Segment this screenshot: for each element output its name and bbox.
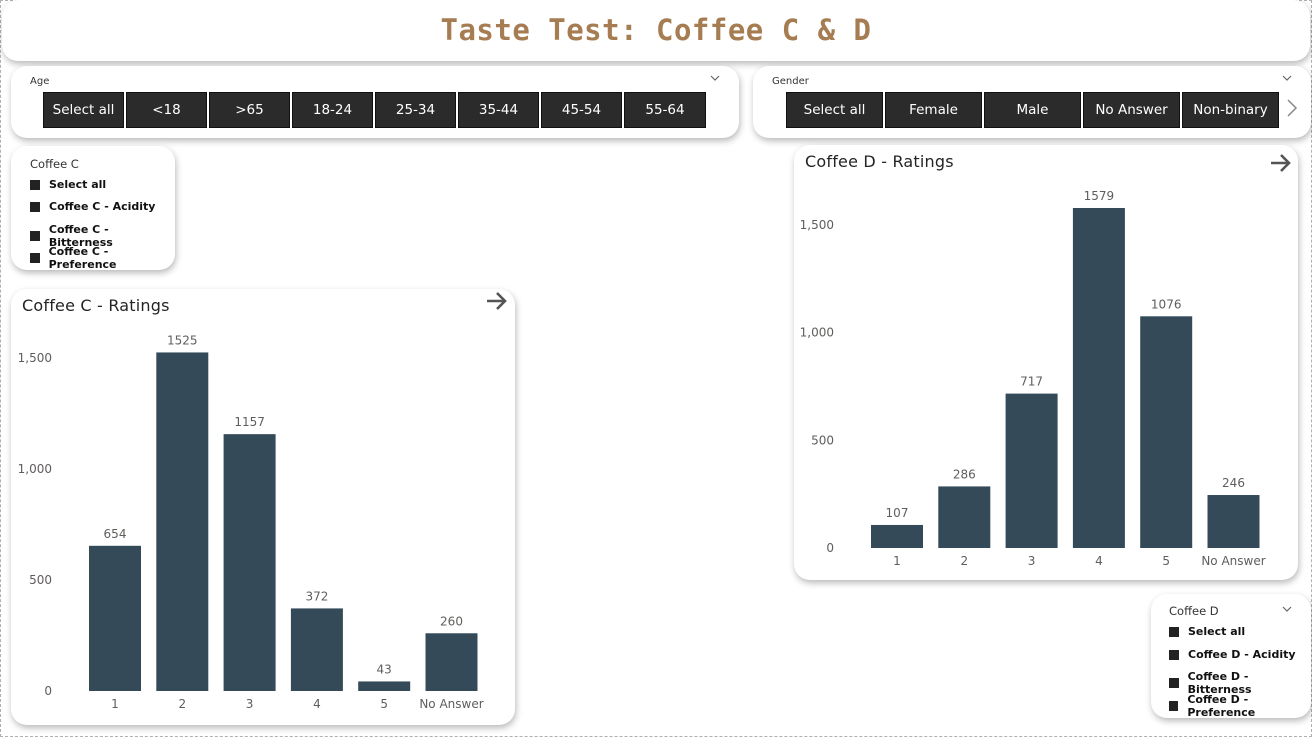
list-item-label: Coffee D - Preference xyxy=(1187,693,1256,719)
coffee-d-item-acidity[interactable]: Coffee D - Acidity xyxy=(1169,648,1296,661)
y-tick-label: 500 xyxy=(29,573,52,587)
x-tick-label: 3 xyxy=(246,697,254,711)
checkbox-icon[interactable] xyxy=(30,231,40,241)
age-option-45-54[interactable]: 45-54 xyxy=(541,92,622,128)
bar xyxy=(871,524,923,548)
coffee-d-item-preference[interactable]: Coffee D - Preference xyxy=(1169,693,1311,719)
chevron-down-icon[interactable] xyxy=(1282,605,1292,615)
bar xyxy=(1140,316,1193,548)
x-tick-label: 5 xyxy=(1162,554,1170,568)
chevron-right-icon[interactable] xyxy=(1286,96,1298,124)
bar xyxy=(938,486,991,548)
y-tick-label: 1,500 xyxy=(800,218,834,232)
coffee-c-chart-card: Coffee C - Ratings 0 500 1,000 1,500 654 1 152… xyxy=(11,289,515,725)
checkbox-icon[interactable] xyxy=(30,179,40,190)
gender-option-female[interactable]: Female xyxy=(885,92,982,128)
data-label: 286 xyxy=(953,467,976,481)
bar xyxy=(89,545,141,691)
data-label: 1076 xyxy=(1151,297,1182,311)
page-title: Taste Test: Coffee C & D xyxy=(440,13,872,47)
bar xyxy=(156,352,209,691)
coffee-c-item-acidity[interactable]: Coffee C - Acidity xyxy=(30,200,155,213)
bar xyxy=(1005,393,1058,548)
data-label: 246 xyxy=(1222,476,1245,490)
x-tick-label: No Answer xyxy=(1201,554,1265,568)
age-tile-row: Select all <18 >65 18-24 25-34 35-44 45-… xyxy=(43,92,706,128)
age-slicer-label: Age xyxy=(30,76,50,87)
coffee-c-item-select-all[interactable]: Select all xyxy=(30,178,106,191)
gender-option-no-answer[interactable]: No Answer xyxy=(1083,92,1180,128)
gender-slicer: Gender Select all Female Male No Answer … xyxy=(753,66,1311,138)
checkbox-icon[interactable] xyxy=(1169,626,1179,637)
x-tick-label: 1 xyxy=(111,697,119,711)
x-tick-label: No Answer xyxy=(419,697,483,711)
data-label: 717 xyxy=(1020,375,1043,389)
data-label: 107 xyxy=(886,506,909,520)
coffee-c-slicer-label: Coffee C xyxy=(30,157,79,171)
x-tick-label: 1 xyxy=(893,554,901,568)
x-tick-label: 5 xyxy=(380,697,388,711)
data-label: 372 xyxy=(305,589,328,603)
chevron-down-icon[interactable] xyxy=(1282,74,1292,84)
age-option-over-65[interactable]: >65 xyxy=(209,92,290,128)
x-tick-label: 4 xyxy=(313,697,321,711)
data-label: 260 xyxy=(440,614,463,628)
age-option-under-18[interactable]: <18 xyxy=(126,92,207,128)
coffee-d-slicer-label: Coffee D xyxy=(1169,604,1219,618)
age-option-18-24[interactable]: 18-24 xyxy=(292,92,373,128)
y-tick-label: 0 xyxy=(44,684,52,698)
y-tick-label: 500 xyxy=(811,433,834,447)
coffee-d-slicer: Coffee D Select all Coffee D - Acidity C… xyxy=(1151,594,1311,719)
x-tick-label: 2 xyxy=(178,697,186,711)
list-item-label: Select all xyxy=(1188,625,1246,638)
data-label: 1525 xyxy=(167,333,198,347)
x-tick-label: 4 xyxy=(1095,554,1103,568)
gender-slicer-label: Gender xyxy=(772,76,809,87)
checkbox-icon[interactable] xyxy=(1169,701,1179,711)
y-tick-label: 1,000 xyxy=(18,462,52,476)
chevron-down-icon[interactable] xyxy=(710,74,720,84)
y-tick-label: 1,500 xyxy=(18,351,52,365)
bar xyxy=(425,633,478,691)
x-tick-label: 3 xyxy=(1028,554,1036,568)
coffee-c-item-preference[interactable]: Coffee C - Preference xyxy=(30,245,175,271)
checkbox-icon[interactable] xyxy=(30,253,40,263)
age-option-35-44[interactable]: 35-44 xyxy=(458,92,539,128)
checkbox-icon[interactable] xyxy=(30,201,40,212)
list-item-label: Coffee C - Preference xyxy=(48,245,117,271)
data-label: 654 xyxy=(104,527,127,541)
list-item-label: Select all xyxy=(49,178,107,191)
y-tick-label: 0 xyxy=(826,541,834,555)
bar xyxy=(1207,495,1260,548)
coffee-d-item-select-all[interactable]: Select all xyxy=(1169,625,1245,638)
data-label: 1157 xyxy=(234,415,265,429)
coffee-c-bar-chart: 0 500 1,000 1,500 654 1 1525 2 1157 3 372 4 43 5 260 No… xyxy=(18,333,484,711)
x-tick-label: 2 xyxy=(960,554,968,568)
bar xyxy=(358,681,411,691)
age-option-25-34[interactable]: 25-34 xyxy=(375,92,456,128)
data-label: 1579 xyxy=(1084,189,1115,203)
list-item-label: Coffee C - Acidity xyxy=(49,200,156,213)
age-option-55-64[interactable]: 55-64 xyxy=(624,92,706,128)
gender-tile-row: Select all Female Male No Answer Non-bin… xyxy=(786,92,1279,128)
checkbox-icon[interactable] xyxy=(1169,649,1179,660)
title-card: Taste Test: Coffee C & D xyxy=(2,0,1310,61)
data-label: 43 xyxy=(377,662,392,676)
gender-option-male[interactable]: Male xyxy=(984,92,1081,128)
bar xyxy=(223,434,276,691)
age-option-select-all[interactable]: Select all xyxy=(43,92,124,128)
bar xyxy=(290,608,343,691)
gender-option-non-binary[interactable]: Non-binary xyxy=(1182,92,1279,128)
coffee-d-bar-chart: 0 500 1,000 1,500 107 1 286 2 717 3 1579 4 1076 5 246 N… xyxy=(800,189,1266,568)
gender-option-select-all[interactable]: Select all xyxy=(786,92,883,128)
bar xyxy=(1072,207,1125,549)
checkbox-icon[interactable] xyxy=(1169,678,1179,688)
list-item-label: Coffee D - Acidity xyxy=(1188,648,1296,661)
coffee-c-slicer: Coffee C Select all Coffee C - Acidity C… xyxy=(11,146,175,271)
y-tick-label: 1,000 xyxy=(800,326,834,340)
age-slicer: Age Select all <18 >65 18-24 25-34 35-44… xyxy=(11,66,739,138)
coffee-d-chart-card: Coffee D - Ratings 0 500 1,000 1,500 107 1 286… xyxy=(794,145,1298,580)
